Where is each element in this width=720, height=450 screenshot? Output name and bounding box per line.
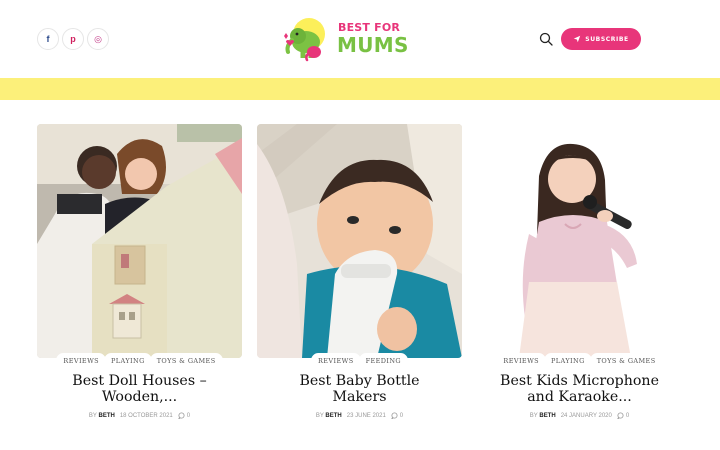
comment-icon	[617, 412, 624, 419]
tag-link[interactable]: PLAYING	[544, 353, 592, 368]
by-label: BY	[315, 412, 324, 419]
post-tags: REVIEWS PLAYING TOYS & GAMES	[477, 353, 682, 368]
post-author[interactable]: BETH	[98, 413, 114, 419]
post-author[interactable]: BETH	[325, 413, 341, 419]
elephant-logo-icon	[284, 18, 325, 62]
send-icon	[574, 35, 581, 43]
tag-link[interactable]: TOYS & GAMES	[589, 353, 663, 368]
comment-icon	[178, 412, 185, 419]
post-date: 18 OCTOBER 2021	[119, 412, 173, 419]
subscribe-button[interactable]: SUBSCRIBE	[561, 28, 641, 50]
post-title-line: Best Baby Bottle	[299, 373, 420, 389]
comment-count[interactable]: 0	[391, 412, 403, 419]
post-image-baby-bottle[interactable]	[257, 124, 462, 358]
tag-link[interactable]: FEEDING	[358, 353, 409, 368]
post-title[interactable]: Best Kids Microphone and Karaoke...	[477, 373, 682, 405]
comment-count-value: 0	[625, 412, 630, 419]
post-image-doll-house[interactable]	[37, 124, 242, 358]
tag-link[interactable]: REVIEWS	[310, 353, 361, 368]
post-title-line: Wooden,...	[101, 389, 178, 405]
post-meta: BY BETH 18 OCTOBER 2021 0	[37, 412, 242, 419]
tag-link[interactable]: REVIEWS	[496, 353, 547, 368]
yellow-banner	[0, 78, 720, 100]
tag-link[interactable]: REVIEWS	[56, 353, 107, 368]
post-title-line: Makers	[332, 389, 387, 405]
post-title-line: Best Doll Houses –	[72, 373, 207, 389]
post-image-kids-microphone[interactable]	[477, 124, 682, 358]
search-icon[interactable]	[539, 32, 553, 46]
post-title-line: Best Kids Microphone	[500, 373, 659, 389]
post-title[interactable]: Best Doll Houses – Wooden,...	[37, 373, 242, 405]
post-title[interactable]: Best Baby Bottle Makers	[257, 373, 462, 405]
by-label: BY	[88, 412, 97, 419]
social-links: f p ◎	[37, 28, 109, 50]
site-logo[interactable]: BEST FOR MUMS	[276, 14, 409, 64]
post-tags: REVIEWS PLAYING TOYS & GAMES	[37, 353, 242, 368]
comment-icon	[391, 412, 398, 419]
tag-link[interactable]: PLAYING	[104, 353, 152, 368]
comment-count-value: 0	[399, 412, 404, 419]
pinterest-icon[interactable]: p	[62, 28, 84, 50]
logo-text-mums: MUMS	[337, 33, 409, 57]
comment-count[interactable]: 0	[617, 412, 629, 419]
by-label: BY	[529, 412, 538, 419]
tag-link[interactable]: TOYS & GAMES	[149, 353, 223, 368]
subscribe-label: SUBSCRIBE	[585, 35, 629, 43]
post-meta: BY BETH 23 JUNE 2021 0	[257, 412, 462, 419]
comment-count[interactable]: 0	[178, 412, 190, 419]
facebook-icon[interactable]: f	[37, 28, 59, 50]
instagram-icon[interactable]: ◎	[87, 28, 109, 50]
post-author[interactable]: BETH	[539, 413, 555, 419]
post-tags: REVIEWS FEEDING	[257, 353, 462, 368]
site-header: f p ◎ BEST FOR MUMS SUBSCRIBE	[0, 0, 720, 78]
post-date: 24 JANUARY 2020	[560, 412, 612, 419]
comment-count-value: 0	[186, 412, 191, 419]
post-title-line: and Karaoke...	[527, 389, 632, 405]
post-date: 23 JUNE 2021	[346, 412, 386, 419]
post-meta: BY BETH 24 JANUARY 2020 0	[477, 412, 682, 419]
